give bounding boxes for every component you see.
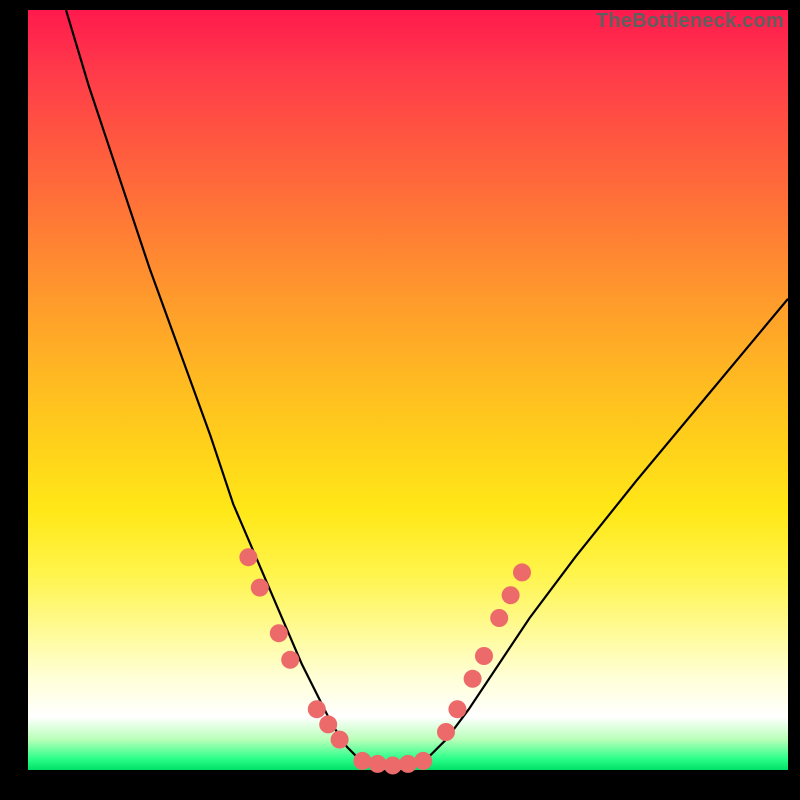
data-marker bbox=[464, 670, 482, 688]
data-marker bbox=[502, 586, 520, 604]
plot-area: TheBottleneck.com bbox=[28, 10, 788, 770]
watermark-text: TheBottleneck.com bbox=[596, 10, 784, 33]
chart-frame: TheBottleneck.com bbox=[0, 0, 800, 800]
data-marker bbox=[308, 700, 326, 718]
data-marker bbox=[353, 752, 371, 770]
data-marker bbox=[251, 579, 269, 597]
data-marker bbox=[513, 563, 531, 581]
data-marker bbox=[490, 609, 508, 627]
data-marker bbox=[239, 548, 257, 566]
curve-layer bbox=[28, 10, 788, 770]
data-marker bbox=[369, 755, 387, 773]
data-marker bbox=[475, 647, 493, 665]
bottleneck-curve bbox=[66, 10, 788, 768]
data-marker bbox=[399, 755, 417, 773]
data-marker bbox=[437, 723, 455, 741]
data-marker bbox=[281, 651, 299, 669]
data-marker bbox=[384, 756, 402, 774]
data-marker bbox=[270, 624, 288, 642]
data-marker bbox=[448, 700, 466, 718]
data-marker bbox=[414, 752, 432, 770]
data-marker bbox=[331, 731, 349, 749]
marker-dots bbox=[239, 548, 531, 774]
data-marker bbox=[319, 715, 337, 733]
curve-paths bbox=[66, 10, 788, 768]
